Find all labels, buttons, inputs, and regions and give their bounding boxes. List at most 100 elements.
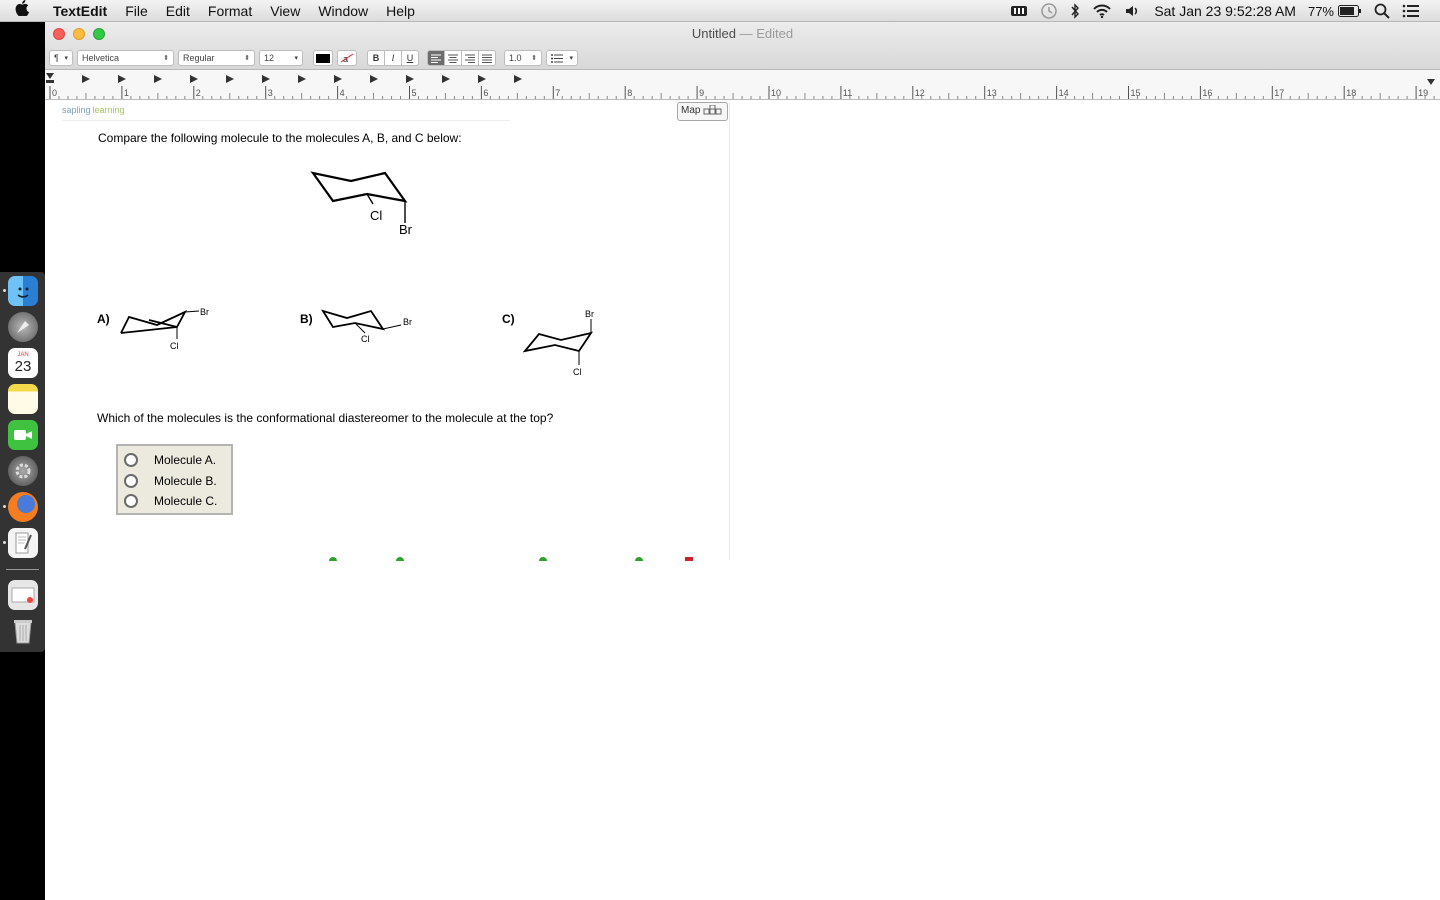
battery-icon[interactable]	[1338, 0, 1362, 22]
tab-stop-marker[interactable]	[190, 75, 198, 83]
molecule-b-chlorine-label: Cl	[361, 334, 370, 344]
window-title: Untitled — Edited	[45, 26, 1440, 41]
answer-c-radio[interactable]	[124, 494, 138, 509]
finder-icon[interactable]	[8, 276, 38, 306]
molecule-c-chlorine-label: Cl	[573, 367, 582, 377]
answer-option-b[interactable]: Molecule B.	[124, 471, 231, 492]
tab-stop-marker[interactable]	[262, 75, 270, 83]
tab-stop-marker[interactable]	[442, 75, 450, 83]
app-menu-textedit[interactable]: TextEdit	[44, 0, 116, 22]
tab-stop-marker[interactable]	[226, 75, 234, 83]
bold-button[interactable]: B	[367, 50, 385, 66]
ruler-number: 6	[483, 88, 488, 98]
answer-a-label[interactable]: Molecule A.	[154, 453, 216, 467]
align-left-icon	[431, 54, 441, 63]
right-indent-marker[interactable]	[1427, 79, 1435, 85]
tab-stop-marker[interactable]	[118, 75, 126, 83]
tab-stop-marker[interactable]	[154, 75, 162, 83]
answer-a-radio[interactable]	[124, 453, 138, 468]
tab-stop-marker[interactable]	[478, 75, 486, 83]
menu-bar: TextEdit File Edit Format View Window He…	[0, 0, 1440, 22]
font-family-value: Helvetica	[82, 53, 120, 63]
chevron-down-icon: ▾	[64, 55, 68, 62]
menu-file[interactable]: File	[116, 0, 157, 22]
align-left-button[interactable]	[427, 50, 445, 66]
tab-stop-marker[interactable]	[406, 75, 414, 83]
background-color-well[interactable]: a	[337, 50, 357, 66]
font-style-popup[interactable]: Regular ⬍	[178, 50, 255, 66]
paragraph-styles-popup[interactable]: ¶ ▾	[49, 50, 73, 66]
ruler-number: 19	[1418, 88, 1428, 98]
stepper-arrows-icon: ⬍	[244, 55, 250, 62]
left-indent-marker[interactable]	[46, 73, 54, 79]
menubar-clock[interactable]: Sat Jan 23 9:52:28 AM	[1154, 3, 1296, 19]
list-bullets-popup[interactable]: ▾	[546, 50, 578, 66]
underline-button[interactable]: U	[401, 50, 419, 66]
align-center-button[interactable]	[444, 50, 462, 66]
system-preferences-icon[interactable]	[8, 456, 38, 486]
menu-edit[interactable]: Edit	[157, 0, 199, 22]
ruler-number: 0	[52, 88, 57, 98]
menu-format[interactable]: Format	[199, 0, 261, 22]
document-body[interactable]: sapling learning Map Compare the followin…	[45, 101, 1440, 900]
text-color-well[interactable]	[313, 50, 333, 66]
battery-percent[interactable]: 77%	[1308, 4, 1334, 19]
ruler-number: 1	[124, 88, 129, 98]
menu-help[interactable]: Help	[377, 0, 424, 22]
ruler-number: 13	[987, 88, 997, 98]
logo-text-learning: learning	[92, 105, 125, 115]
molecule-c-bromine-label: Br	[585, 309, 594, 319]
tab-stop-marker[interactable]	[334, 75, 342, 83]
answer-option-c[interactable]: Molecule C.	[124, 491, 231, 512]
tab-stop-marker[interactable]	[370, 75, 378, 83]
question-text: Which of the molecules is the conformati…	[97, 411, 554, 425]
firefox-icon[interactable]	[8, 492, 38, 522]
align-right-button[interactable]	[461, 50, 479, 66]
edited-state: Edited	[756, 26, 794, 41]
trash-icon[interactable]	[8, 616, 38, 646]
chevron-down-icon: ▾	[569, 55, 573, 62]
answer-b-label[interactable]: Molecule B.	[154, 474, 217, 488]
font-size-combo[interactable]: 12 ▾	[259, 50, 303, 66]
textedit-icon[interactable]	[8, 528, 38, 558]
align-justify-button[interactable]	[478, 50, 496, 66]
ruler-number: 15	[1131, 88, 1141, 98]
bluetooth-icon[interactable]	[1070, 0, 1080, 22]
line-spacing-popup[interactable]: 1.0 ⬍	[504, 50, 542, 66]
spotlight-search-icon[interactable]	[1374, 0, 1390, 22]
tab-stop-marker[interactable]	[298, 75, 306, 83]
bullet-list-icon	[551, 53, 563, 63]
font-family-popup[interactable]: Helvetica ⬍	[77, 50, 174, 66]
answer-choices: Molecule A. Molecule B. Molecule C.	[116, 444, 233, 515]
menu-view[interactable]: View	[261, 0, 309, 22]
alignment-buttons	[427, 50, 496, 66]
downloads-stack-icon[interactable]	[8, 580, 38, 610]
wifi-icon[interactable]	[1092, 0, 1112, 22]
textedit-window: Untitled — Edited ¶ ▾ Helvetica ⬍ Regula…	[45, 22, 1440, 900]
reference-chlorine-label: Cl	[370, 208, 382, 223]
italic-button[interactable]: I	[384, 50, 402, 66]
menu-window[interactable]: Window	[309, 0, 377, 22]
answer-b-radio[interactable]	[124, 473, 138, 488]
input-source-icon[interactable]	[1010, 0, 1028, 22]
answer-c-label[interactable]: Molecule C.	[154, 494, 217, 508]
map-button[interactable]: Map	[677, 102, 728, 121]
notes-icon[interactable]	[8, 384, 38, 414]
first-line-indent-marker[interactable]	[46, 80, 54, 83]
question-intro: Compare the following molecule to the mo…	[98, 131, 462, 145]
volume-icon[interactable]	[1124, 0, 1142, 22]
tab-stop-marker[interactable]	[514, 75, 522, 83]
launchpad-icon[interactable]	[8, 312, 38, 342]
answer-option-a[interactable]: Molecule A.	[124, 450, 231, 471]
tab-stop-marker[interactable]	[82, 75, 90, 83]
ruler-scale[interactable]: 0 1 2 3 4 5 6 7 8 9 10 11 12 13 14 15 16 17 18 19	[45, 70, 1440, 100]
text-style-buttons: B I U	[367, 50, 419, 66]
calendar-icon[interactable]: JAN 23	[8, 348, 38, 378]
notification-center-icon[interactable]	[1402, 0, 1420, 22]
facetime-icon[interactable]	[8, 420, 38, 450]
ruler[interactable]: 0 1 2 3 4 5 6 7 8 9 10 11 12 13 14 15 16 17 18 19	[45, 70, 1440, 100]
apple-menu-icon[interactable]	[0, 0, 44, 21]
ruler-number: 2	[196, 88, 201, 98]
align-center-icon	[448, 54, 458, 63]
time-machine-icon[interactable]	[1040, 0, 1058, 22]
